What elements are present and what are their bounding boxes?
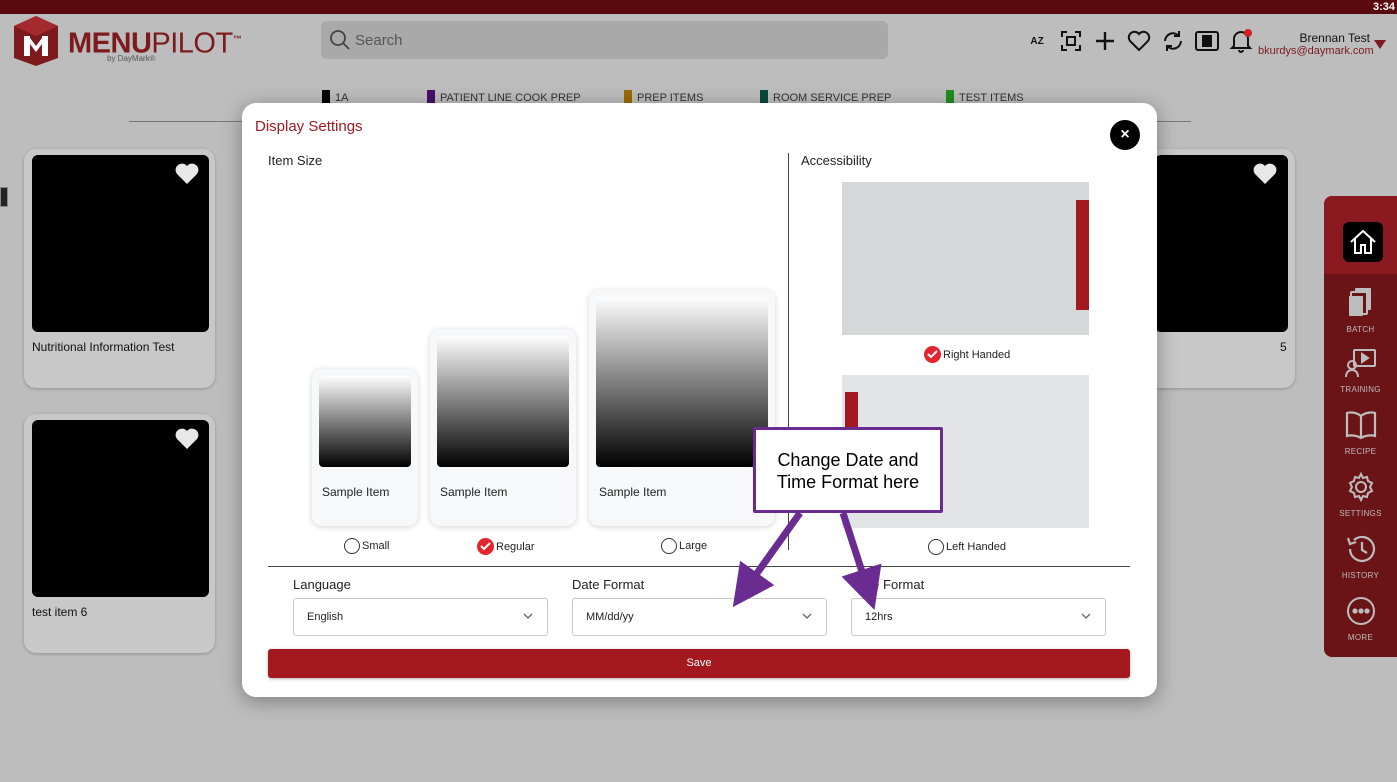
date-format-select[interactable]: MM/dd/yy — [572, 598, 827, 636]
chevron-down-icon — [1081, 613, 1091, 619]
category-swatch — [760, 90, 768, 104]
heart-icon[interactable] — [1127, 28, 1151, 54]
radio-unchecked-icon — [928, 539, 944, 555]
sample-card-small[interactable]: Sample Item — [312, 369, 418, 526]
user-profile[interactable]: Brennan Test bkurdys@daymark.com — [1258, 31, 1374, 57]
sample-image — [596, 297, 768, 467]
settings-icon — [1348, 471, 1373, 503]
time-format-label: Time Format — [851, 577, 925, 592]
horizontal-divider — [268, 566, 1130, 567]
user-email: bkurdys@daymark.com — [1258, 45, 1374, 57]
hand-radio-left[interactable]: Left Handed — [928, 539, 1006, 555]
category-swatch — [624, 90, 632, 104]
time-format-select[interactable]: 12hrs — [851, 598, 1106, 636]
more-icon — [1346, 597, 1375, 625]
display-icon[interactable] — [1195, 28, 1219, 54]
nav-settings[interactable]: SETTINGS — [1324, 471, 1397, 518]
search-icon — [330, 30, 350, 50]
recipe-icon — [1345, 411, 1376, 440]
edge-badge — [0, 187, 8, 207]
nav-history[interactable]: HISTORY — [1324, 534, 1397, 580]
save-button[interactable]: Save — [268, 649, 1130, 678]
hand-radio-right[interactable]: Right Handed — [924, 346, 1010, 363]
size-radio-large[interactable]: Large — [661, 538, 707, 554]
modal-title: Display Settings — [255, 118, 363, 135]
favorite-heart-icon[interactable] — [174, 162, 200, 186]
language-label: Language — [293, 577, 351, 592]
close-button[interactable]: × — [1110, 120, 1140, 150]
category-1a[interactable]: 1A — [322, 88, 348, 104]
language-select[interactable]: English — [293, 598, 548, 636]
header-toolbar: AZ — [1025, 26, 1253, 56]
annotation-callout: Change Date and Time Format here — [753, 427, 943, 513]
side-navigation: BATCH TRAINING RECIPE SETTINGS HISTORY M… — [1324, 196, 1397, 657]
menupilot-logo[interactable]: MENUPILOT™ by DayMark® — [12, 14, 242, 70]
category-swatch — [322, 90, 330, 104]
chevron-down-icon — [802, 613, 812, 619]
item-label: test item 6 — [32, 605, 88, 619]
search-input[interactable] — [355, 21, 875, 59]
home-icon[interactable] — [1343, 222, 1383, 262]
radio-checked-icon — [924, 346, 941, 363]
size-radio-regular[interactable]: Regular — [477, 538, 535, 555]
display-settings-modal: Display Settings × Item Size Accessibili… — [242, 103, 1157, 697]
favorite-heart-icon[interactable] — [1252, 162, 1278, 186]
scan-icon[interactable] — [1059, 28, 1083, 54]
plus-icon[interactable] — [1093, 28, 1117, 54]
item-label: 5 — [1280, 340, 1287, 354]
sort-az-icon[interactable]: AZ — [1025, 28, 1049, 54]
search-bar[interactable] — [321, 21, 888, 59]
sample-image — [437, 336, 569, 467]
nav-more[interactable]: MORE — [1324, 596, 1397, 642]
history-icon — [1346, 535, 1375, 562]
nav-batch[interactable]: BATCH — [1324, 286, 1397, 334]
callout-line-1: Change Date and — [777, 450, 919, 470]
radio-checked-icon — [477, 538, 494, 555]
accessibility-label: Accessibility — [801, 153, 872, 168]
item-card[interactable]: test item 6 — [24, 414, 215, 653]
item-label: Nutritional Information Test — [32, 340, 175, 354]
bell-icon[interactable] — [1229, 28, 1253, 54]
category-test-items[interactable]: TEST ITEMS — [946, 88, 1024, 104]
chevron-down-icon — [523, 613, 533, 619]
status-time: 3:34 — [1372, 1, 1395, 13]
logo-mark-icon — [14, 16, 58, 66]
sample-image — [319, 376, 411, 467]
refresh-icon[interactable] — [1161, 28, 1185, 54]
nav-home[interactable] — [1324, 196, 1397, 274]
category-room-service-prep[interactable]: ROOM SERVICE PREP — [760, 88, 891, 104]
item-size-label: Item Size — [268, 153, 323, 168]
nav-recipe[interactable]: RECIPE — [1324, 410, 1397, 456]
close-icon: × — [1120, 126, 1130, 143]
status-bar: 3:34 — [0, 0, 1397, 14]
sample-text: Sample Item — [322, 485, 390, 499]
nav-bar-preview — [1076, 200, 1089, 310]
training-icon — [1344, 349, 1376, 378]
sample-card-large[interactable]: Sample Item — [589, 290, 775, 526]
radio-unchecked-icon — [344, 538, 360, 554]
callout-line-2: Time Format here — [776, 472, 920, 492]
user-menu-caret-icon[interactable] — [1374, 40, 1386, 49]
category-patient-line-cook-prep[interactable]: PATIENT LINE COOK PREP — [427, 88, 581, 104]
sample-card-regular[interactable]: Sample Item — [430, 329, 576, 526]
size-radio-small[interactable]: Small — [344, 538, 390, 554]
nav-training[interactable]: TRAINING — [1324, 348, 1397, 394]
radio-unchecked-icon — [661, 538, 677, 554]
favorite-heart-icon[interactable] — [174, 427, 200, 451]
batch-icon — [1348, 288, 1371, 316]
user-name: Brennan Test — [1299, 31, 1371, 45]
right-handed-preview[interactable] — [842, 182, 1089, 335]
date-format-label: Date Format — [572, 577, 645, 592]
category-swatch — [427, 90, 435, 104]
logo-byline: by DayMark® — [107, 54, 156, 63]
category-swatch — [946, 90, 954, 104]
sample-text: Sample Item — [599, 485, 667, 499]
sample-text: Sample Item — [440, 485, 508, 499]
item-card[interactable]: Nutritional Information Test — [24, 149, 215, 388]
category-prep-items[interactable]: PREP ITEMS — [624, 88, 703, 104]
